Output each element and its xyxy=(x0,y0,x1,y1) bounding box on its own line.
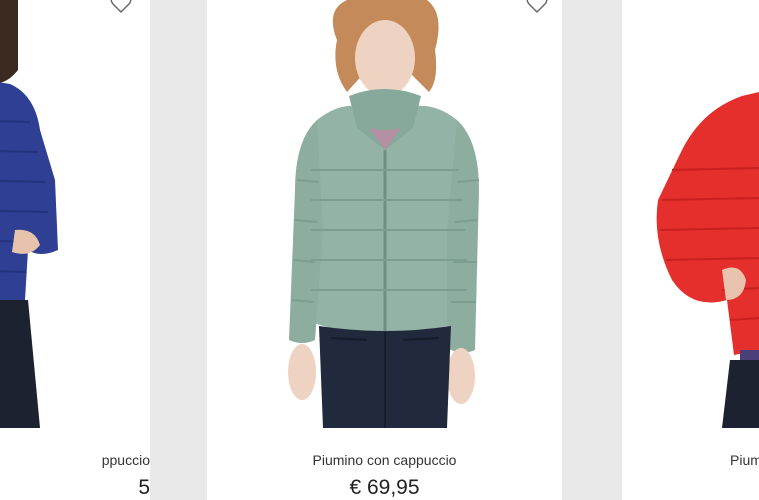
product-price: 5 xyxy=(138,476,150,499)
product-grid: ppuccio 5 Piumino con cappuccio € 69,95 … xyxy=(0,0,759,500)
product-info-red: Pium xyxy=(622,428,759,500)
wishlist-button-mint[interactable] xyxy=(526,0,548,14)
heart-outline-icon xyxy=(110,0,132,13)
wishlist-button-blue[interactable] xyxy=(110,0,132,14)
product-name[interactable]: Piumino con cappuccio xyxy=(207,452,562,468)
product-name[interactable]: Pium xyxy=(622,452,759,468)
product-image-blue[interactable] xyxy=(0,0,150,428)
product-info-mint: Piumino con cappuccio € 69,95 xyxy=(207,428,562,500)
product-card-blue[interactable]: ppuccio 5 xyxy=(0,0,150,500)
product-image-red[interactable] xyxy=(622,0,759,428)
product-name[interactable]: ppuccio xyxy=(0,452,150,468)
heart-outline-icon xyxy=(526,0,548,13)
product-image-mint[interactable] xyxy=(207,0,562,428)
product-info-blue: ppuccio 5 xyxy=(0,428,150,500)
product-card-mint[interactable]: Piumino con cappuccio € 69,95 xyxy=(207,0,562,500)
product-price: € 69,95 xyxy=(349,476,420,499)
product-card-red[interactable]: Pium xyxy=(622,0,759,500)
